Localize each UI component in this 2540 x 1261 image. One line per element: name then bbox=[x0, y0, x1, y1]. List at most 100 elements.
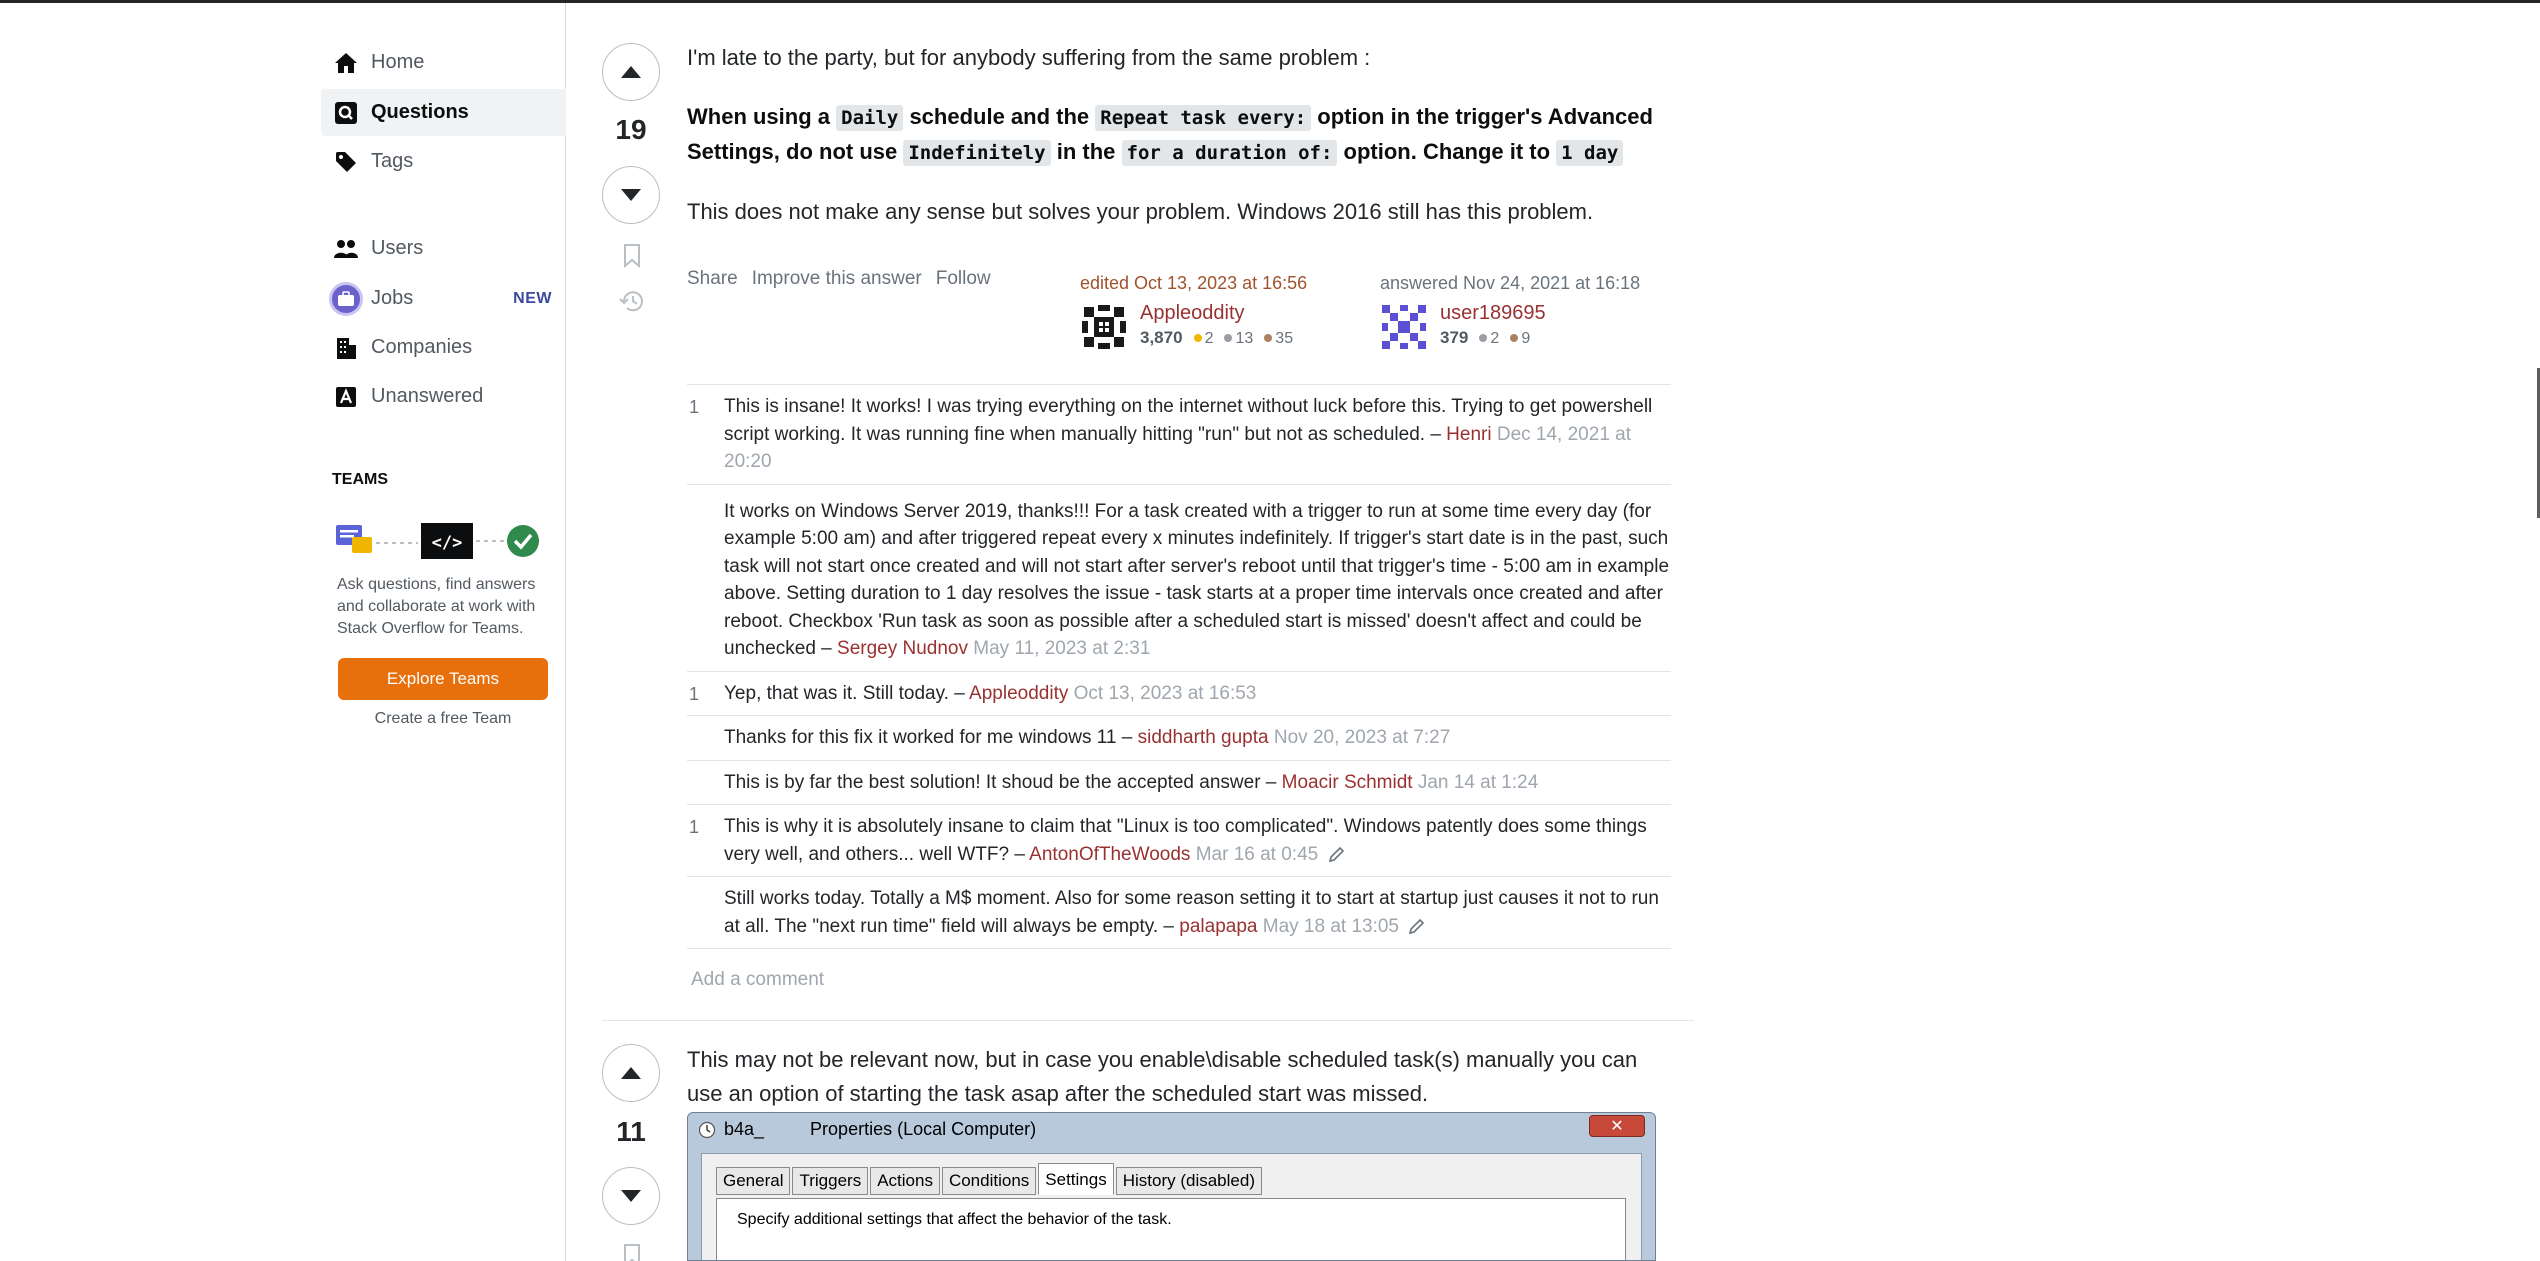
history-icon[interactable] bbox=[617, 286, 647, 316]
inline-code: Repeat task every: bbox=[1095, 105, 1312, 131]
comment: Thanks for this fix it worked for me win… bbox=[687, 716, 1671, 761]
comment-score: 1 bbox=[689, 397, 700, 417]
close-icon: ✕ bbox=[1589, 1115, 1645, 1137]
window-title-text: Properties (Local Computer) bbox=[810, 1119, 1037, 1139]
arrow-up-icon bbox=[621, 66, 641, 78]
nav-jobs[interactable]: Jobs NEW bbox=[321, 275, 566, 322]
building-icon bbox=[333, 335, 359, 361]
improve-answer-link[interactable]: Improve this answer bbox=[752, 268, 922, 290]
nav-tags[interactable]: Tags bbox=[321, 138, 566, 185]
comment-user[interactable]: Moacir Schmidt bbox=[1282, 772, 1413, 793]
answered-label[interactable]: answered Nov 24, 2021 at 16:18 bbox=[1380, 273, 1640, 294]
comment: Still works today. Totally a M$ moment. … bbox=[687, 877, 1671, 949]
comment-date[interactable]: May 18 at 13:05 bbox=[1257, 916, 1399, 937]
window-tab: Conditions bbox=[941, 1167, 1037, 1195]
home-icon bbox=[333, 50, 359, 76]
post-menu: Share Improve this answer Follow bbox=[687, 268, 991, 290]
window-task-name: b4a_ bbox=[724, 1119, 765, 1139]
bookmark-icon[interactable] bbox=[617, 241, 647, 271]
arrow-down-icon bbox=[621, 189, 641, 201]
share-link[interactable]: Share bbox=[687, 268, 738, 290]
window-tab: History (disabled) bbox=[1115, 1167, 1262, 1195]
comment-date[interactable]: Oct 13, 2023 at 16:53 bbox=[1068, 683, 1257, 704]
nav-home-label: Home bbox=[371, 51, 425, 73]
clock-icon bbox=[698, 1121, 716, 1138]
briefcase-icon bbox=[329, 281, 363, 316]
vote-count: 11 bbox=[616, 1116, 646, 1147]
upvote-button[interactable] bbox=[602, 43, 660, 101]
downvote-button[interactable] bbox=[602, 1167, 660, 1225]
silver-badge-icon bbox=[1224, 333, 1233, 342]
comment-user[interactable]: siddharth gupta bbox=[1138, 727, 1269, 748]
edited-label[interactable]: edited Oct 13, 2023 at 16:56 bbox=[1080, 273, 1307, 294]
nav-tags-label: Tags bbox=[371, 150, 414, 172]
nav-users[interactable]: Users bbox=[321, 225, 566, 272]
reputation: 3,870 bbox=[1140, 328, 1183, 347]
window-tab: Triggers bbox=[792, 1167, 869, 1195]
inline-code: 1 day bbox=[1556, 140, 1624, 166]
nav-unanswered[interactable]: Unanswered bbox=[321, 373, 566, 420]
editor-info: Appleoddity 3,870 2 13 35 bbox=[1140, 302, 1293, 348]
window-tabs: General Triggers Actions Conditions Sett… bbox=[716, 1163, 1262, 1195]
create-team-link[interactable]: Create a free Team bbox=[338, 710, 548, 728]
vote-count: 19 bbox=[615, 114, 647, 145]
comment-score: 1 bbox=[689, 817, 700, 837]
comment-date[interactable]: Jan 14 at 1:24 bbox=[1413, 772, 1538, 793]
upvote-button[interactable] bbox=[602, 1044, 660, 1102]
comment-user[interactable]: Appleoddity bbox=[969, 683, 1068, 704]
nav-questions[interactable]: Questions bbox=[321, 89, 566, 136]
answer-divider bbox=[602, 1020, 1694, 1021]
comment-score: 1 bbox=[689, 683, 700, 704]
pencil-icon bbox=[1409, 919, 1425, 935]
arrow-up-icon bbox=[621, 1067, 641, 1079]
window-title: b4a_ Properties (Local Computer) bbox=[698, 1119, 1036, 1140]
silver-badge-count: 13 bbox=[1235, 330, 1254, 347]
comment-date[interactable]: Mar 16 at 0:45 bbox=[1190, 844, 1319, 865]
answerer-username[interactable]: user189695 bbox=[1440, 302, 1546, 325]
comment-user[interactable]: AntonOfTheWoods bbox=[1029, 844, 1190, 865]
comment-date[interactable]: Nov 20, 2023 at 7:27 bbox=[1269, 727, 1450, 748]
users-icon bbox=[333, 236, 359, 262]
avatar[interactable] bbox=[1080, 303, 1128, 351]
comment-text: Thanks for this fix it worked for me win… bbox=[724, 727, 1117, 748]
comment: This is by far the best solution! It sho… bbox=[687, 761, 1671, 805]
nav-unanswered-label: Unanswered bbox=[371, 385, 484, 407]
answerer-info: user189695 379 2 9 bbox=[1440, 302, 1546, 348]
comment-separator: – bbox=[1116, 727, 1138, 748]
task-properties-screenshot: b4a_ Properties (Local Computer) ✕ Gener… bbox=[687, 1112, 1656, 1261]
edited-signature: edited Oct 13, 2023 at 16:56 bbox=[1080, 273, 1307, 294]
downvote-button[interactable] bbox=[602, 166, 660, 224]
add-comment-link[interactable]: Add a comment bbox=[691, 969, 824, 991]
comment-date[interactable]: May 11, 2023 at 2:31 bbox=[968, 638, 1150, 659]
editor-username[interactable]: Appleoddity bbox=[1140, 302, 1293, 325]
pencil-icon bbox=[1328, 847, 1344, 863]
bronze-badge-count: 35 bbox=[1275, 330, 1294, 347]
text-fragment: option. Change it to bbox=[1337, 139, 1557, 164]
avatar[interactable] bbox=[1380, 303, 1428, 351]
comment-user[interactable]: palapapa bbox=[1179, 916, 1257, 937]
comment-user[interactable]: Sergey Nudnov bbox=[837, 638, 968, 659]
teams-description: Ask questions, find answers and collabor… bbox=[337, 576, 536, 637]
nav-home[interactable]: Home bbox=[321, 39, 566, 86]
text-fragment: When using a bbox=[687, 104, 837, 129]
inline-code: for a duration of: bbox=[1121, 140, 1338, 166]
nav-questions-label: Questions bbox=[371, 101, 469, 123]
comment-separator: – bbox=[1260, 771, 1282, 793]
explore-teams-button[interactable]: Explore Teams bbox=[338, 658, 548, 700]
answer-note: This does not make any sense but solves … bbox=[687, 199, 1594, 224]
window-body: General Triggers Actions Conditions Sett… bbox=[701, 1153, 1642, 1260]
nav-companies[interactable]: Companies bbox=[321, 324, 566, 371]
window-tab: Actions bbox=[870, 1167, 940, 1195]
window-tab: General bbox=[716, 1167, 791, 1195]
bronze-badge-count: 9 bbox=[1521, 330, 1531, 347]
comments-list: 1 This is insane! It works! I was trying… bbox=[687, 384, 1671, 949]
questions-icon bbox=[333, 100, 359, 126]
comment-user[interactable]: Henri bbox=[1446, 424, 1491, 445]
comment: 1 Yep, that was it. Still today. – Apple… bbox=[687, 672, 1671, 716]
arrow-down-icon bbox=[621, 1190, 641, 1202]
bookmark-icon[interactable] bbox=[617, 1241, 647, 1261]
comment-separator: – bbox=[1009, 843, 1030, 865]
comment-text: This is by far the best solution! It sho… bbox=[724, 771, 1261, 793]
window-tab-selected: Settings bbox=[1038, 1163, 1114, 1195]
follow-link[interactable]: Follow bbox=[936, 268, 991, 290]
